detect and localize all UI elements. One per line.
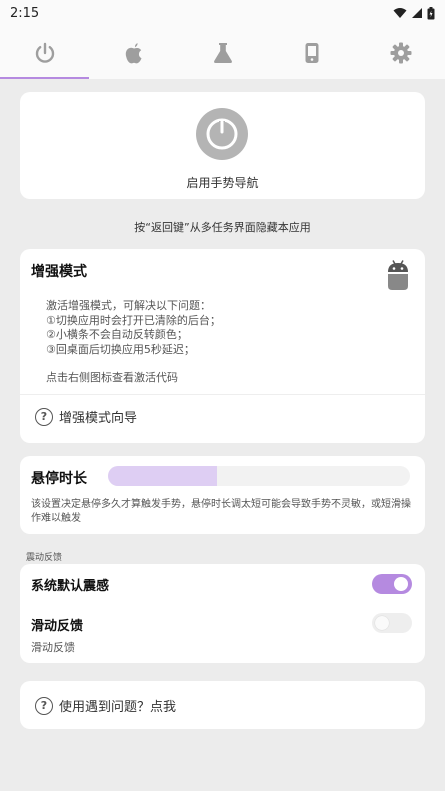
tab-settings[interactable] — [356, 26, 445, 79]
toggle-knob — [375, 616, 389, 630]
enhance-desc-line: ①切换应用时会打开已清除的后台； — [46, 313, 221, 327]
power-icon — [206, 118, 238, 150]
enhance-mode-tip: 点击右侧图标查看激活代码 — [46, 371, 178, 384]
help-icon: ? — [35, 696, 53, 715]
power-icon — [35, 42, 54, 63]
apple-icon — [125, 42, 141, 63]
toggle-knob — [394, 577, 408, 591]
flask-icon — [213, 42, 232, 63]
top-tab-bar — [0, 26, 445, 79]
phone-icon — [305, 42, 318, 63]
status-time: 2:15 — [10, 5, 40, 21]
divider — [20, 394, 425, 395]
enhance-mode-card: 增强模式 激活增强模式，可解决以下问题： ①切换应用时会打开已清除的后台； ②小… — [20, 249, 425, 443]
signal-icon — [412, 8, 422, 18]
enhance-desc-line: 激活增强模式，可解决以下问题： — [46, 299, 211, 312]
hide-from-recents-hint: 按“返回键”从多任务界面隐藏本应用 — [134, 221, 311, 234]
help-icon: ? — [35, 407, 53, 426]
gesture-power-label: 启用手势导航 — [186, 176, 259, 190]
system-default-vibration-label: 系统默认震感 — [31, 579, 110, 594]
help-label: 使用遇到问题？点我 — [59, 700, 177, 715]
slide-feedback-label: 滑动反馈 — [31, 619, 84, 634]
slide-feedback-subtitle: 滑动反馈 — [31, 641, 75, 654]
hover-duration-title: 悬停时长 — [31, 471, 87, 487]
gesture-power-card: 启用手势导航 — [20, 92, 425, 199]
vibration-feedback-section-label: 震动反馈 — [26, 553, 63, 563]
android-icon[interactable] — [386, 259, 410, 291]
tab-ios[interactable] — [89, 26, 178, 79]
enhance-desc-line: ②小横条不会自动反转颜色； — [46, 328, 188, 341]
status-icons — [393, 6, 435, 20]
system-default-vibration-toggle[interactable] — [372, 574, 412, 594]
hover-duration-slider[interactable] — [108, 466, 410, 486]
gear-icon — [390, 42, 411, 63]
enhance-mode-guide-button[interactable]: ? 增强模式向导 — [35, 407, 137, 426]
wifi-icon — [393, 8, 407, 18]
tab-lab[interactable] — [178, 26, 267, 79]
help-card[interactable]: ? 使用遇到问题？点我 — [20, 681, 425, 729]
hover-duration-card: 悬停时长 该设置决定悬停多久才算触发手势，悬停时长调太短可能会导致手势不灵敏，或… — [20, 456, 425, 534]
tab-gesture[interactable] — [0, 26, 89, 79]
slide-feedback-toggle[interactable] — [372, 613, 412, 633]
enhance-desc-line: ③回桌面后切换应用5秒延迟； — [46, 342, 195, 356]
hover-duration-description: 该设置决定悬停多久才算触发手势，悬停时长调太短可能会导致手势不灵敏，或短滑操作难… — [31, 499, 411, 524]
battery-icon — [427, 6, 435, 19]
enhance-mode-description: 激活增强模式，可解决以下问题： ①切换应用时会打开已清除的后台； ②小横条不会自… — [46, 299, 221, 357]
enhance-mode-title: 增强模式 — [31, 264, 87, 280]
status-bar: 2:15 — [0, 0, 445, 26]
help-button[interactable]: ? 使用遇到问题？点我 — [35, 696, 176, 715]
tab-device[interactable] — [267, 26, 356, 79]
gesture-power-button[interactable] — [196, 108, 248, 160]
enhance-mode-guide-label: 增强模式向导 — [59, 411, 138, 426]
vibration-feedback-card: 系统默认震感 滑动反馈 滑动反馈 — [20, 564, 425, 663]
hover-duration-slider-fill — [108, 466, 217, 486]
